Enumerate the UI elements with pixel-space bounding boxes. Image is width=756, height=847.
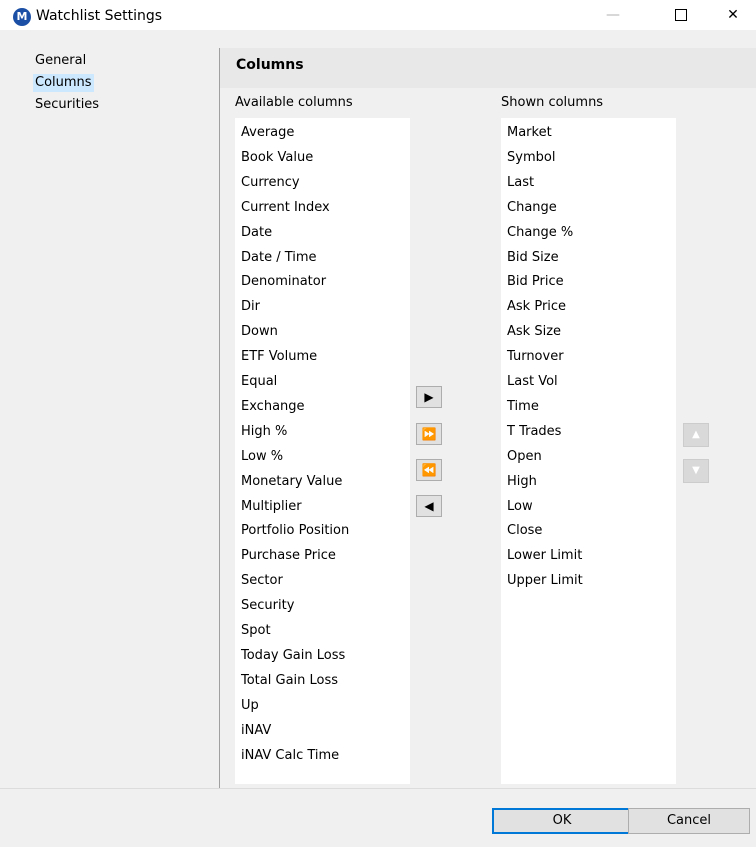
available-column-list-item[interactable]: Up (241, 693, 259, 718)
ok-button[interactable]: OK (492, 808, 632, 834)
available-column-list-item[interactable]: Exchange (241, 394, 305, 419)
shown-column-list-item[interactable]: Market (507, 120, 552, 145)
shown-column-list-item[interactable]: Close (507, 518, 542, 543)
close-button[interactable]: ✕ (710, 0, 756, 30)
shown-column-list-item[interactable]: Open (507, 444, 542, 469)
available-column-list-item[interactable]: Total Gain Loss (241, 668, 338, 693)
available-column-list-item[interactable]: Today Gain Loss (241, 643, 345, 668)
shown-column-list-item[interactable]: Bid Size (507, 245, 559, 270)
available-column-list-item[interactable]: Down (241, 319, 278, 344)
available-column-list-item[interactable]: iNAV Calc Time (241, 743, 339, 768)
app-logo-icon: M (13, 8, 31, 26)
add-column-button[interactable]: ▶ (416, 386, 442, 408)
available-column-list-item[interactable]: Purchase Price (241, 543, 336, 568)
section-title: Columns (236, 57, 304, 73)
available-column-list-item[interactable]: Multiplier (241, 494, 302, 519)
shown-column-list-item[interactable]: Bid Price (507, 269, 564, 294)
available-column-list-item[interactable]: Sector (241, 568, 283, 593)
available-column-list-item[interactable]: ETF Volume (241, 344, 317, 369)
nav-item-general[interactable]: General (33, 52, 88, 70)
shown-column-list-item[interactable]: Last Vol (507, 369, 558, 394)
section-header: Columns (220, 48, 756, 88)
shown-column-list-item[interactable]: Turnover (507, 344, 564, 369)
nav-divider (219, 48, 220, 788)
move-up-button[interactable]: ▲ (683, 423, 709, 447)
available-column-list-item[interactable]: Date / Time (241, 245, 317, 270)
remove-all-columns-button[interactable]: ⏪ (416, 459, 442, 481)
settings-nav: General Columns Securities (0, 48, 219, 788)
shown-column-list-item[interactable]: Lower Limit (507, 543, 582, 568)
available-column-list-item[interactable]: Currency (241, 170, 300, 195)
nav-item-securities[interactable]: Securities (33, 96, 101, 114)
shown-columns-label: Shown columns (501, 95, 604, 110)
shown-column-list-item[interactable]: Low (507, 494, 533, 519)
available-column-list-item[interactable]: Low % (241, 444, 283, 469)
move-down-button[interactable]: ▼ (683, 459, 709, 483)
shown-column-list-item[interactable]: Last (507, 170, 534, 195)
available-column-list-item[interactable]: Equal (241, 369, 277, 394)
available-column-list-item[interactable]: Book Value (241, 145, 313, 170)
maximize-button[interactable] (658, 0, 704, 30)
title-bar: M Watchlist Settings — ✕ (0, 0, 756, 30)
shown-column-list-item[interactable]: High (507, 469, 537, 494)
available-column-list-item[interactable]: High % (241, 419, 287, 444)
nav-item-columns[interactable]: Columns (33, 74, 94, 92)
available-column-list-item[interactable]: Monetary Value (241, 469, 342, 494)
shown-column-list-item[interactable]: Upper Limit (507, 568, 583, 593)
available-column-list-item[interactable]: Average (241, 120, 294, 145)
shown-column-list-item[interactable]: T Trades (507, 419, 561, 444)
available-column-list-item[interactable]: Security (241, 593, 294, 618)
minimize-button[interactable]: — (590, 0, 636, 30)
available-column-list-item[interactable]: Date (241, 220, 272, 245)
footer-divider (0, 788, 756, 789)
shown-column-list-item[interactable]: Change % (507, 220, 573, 245)
watchlist-settings-window: M Watchlist Settings — ✕ General Columns… (0, 0, 756, 847)
maximize-icon (675, 9, 687, 21)
available-column-list-item[interactable]: Denominator (241, 269, 326, 294)
available-column-list-item[interactable]: iNAV (241, 718, 271, 743)
shown-column-list-item[interactable]: Time (507, 394, 539, 419)
shown-columns-list[interactable]: Market Symbol Last Change Change % Bid Size Bi… (501, 118, 676, 784)
remove-column-button[interactable]: ◀ (416, 495, 442, 517)
shown-column-list-item[interactable]: Symbol (507, 145, 555, 170)
available-column-list-item[interactable]: Current Index (241, 195, 330, 220)
cancel-button[interactable]: Cancel (628, 808, 750, 834)
available-columns-list[interactable]: Average Book Value Currency Current Index Da… (235, 118, 410, 784)
shown-column-list-item[interactable]: Ask Size (507, 319, 561, 344)
available-column-list-item[interactable]: Portfolio Position (241, 518, 349, 543)
available-column-list-item[interactable]: Spot (241, 618, 271, 643)
window-title: Watchlist Settings (36, 8, 163, 24)
add-all-columns-button[interactable]: ⏩ (416, 423, 442, 445)
shown-column-list-item[interactable]: Ask Price (507, 294, 566, 319)
available-column-list-item[interactable]: Dir (241, 294, 260, 319)
shown-column-list-item[interactable]: Change (507, 195, 557, 220)
available-columns-label: Available columns (235, 95, 353, 110)
